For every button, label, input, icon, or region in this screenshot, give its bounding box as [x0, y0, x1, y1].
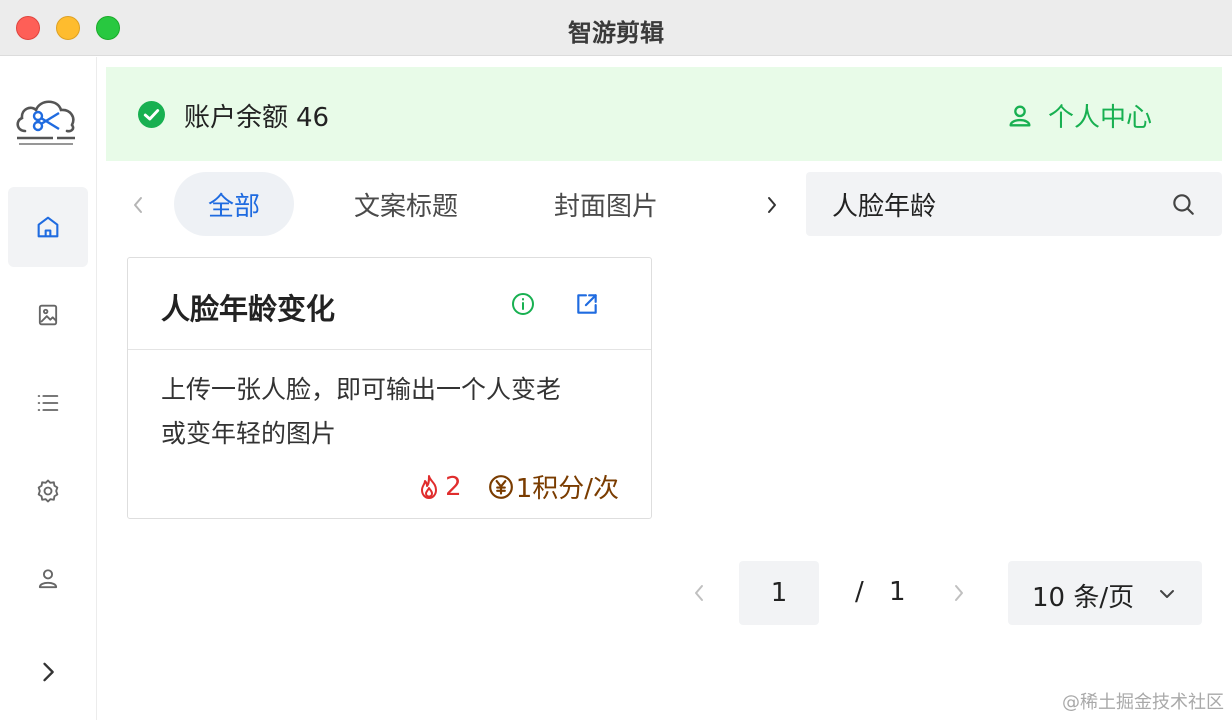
home-icon — [37, 216, 59, 238]
cost-value: 1积分/次 — [515, 474, 619, 504]
feature-card[interactable]: 人脸年龄变化 上传一张人脸，即可输出一个人变老 或变年轻的图片 2 1积分/次 — [127, 257, 652, 519]
image-icon — [38, 304, 58, 326]
page-next-button[interactable] — [946, 580, 972, 606]
search-input[interactable] — [806, 172, 1166, 236]
chevron-left-icon — [695, 585, 703, 601]
chevron-right-icon — [768, 197, 776, 213]
tabs-prev-button[interactable] — [126, 190, 150, 220]
card-title: 人脸年龄变化 — [161, 292, 336, 326]
info-icon[interactable] — [511, 292, 535, 316]
sidebar-expand-button[interactable] — [8, 632, 88, 712]
balance-value: 46 — [296, 103, 330, 133]
gear-icon — [37, 479, 59, 503]
external-link-icon[interactable] — [574, 291, 600, 317]
chevron-right-icon — [43, 662, 54, 682]
yen-coin-icon — [488, 474, 513, 499]
fire-icon — [421, 474, 438, 499]
account-banner: 账户余额 46 个人中心 — [106, 67, 1222, 161]
chevron-right-icon — [955, 585, 963, 601]
page-size-select[interactable]: 10 条/页 — [1008, 561, 1202, 625]
account-balance: 账户余额 46 — [184, 97, 329, 134]
profile-center-label: 个人中心 — [1048, 103, 1153, 133]
page-prev-button[interactable] — [686, 580, 712, 606]
sidebar — [0, 57, 97, 720]
search-icon[interactable] — [1170, 191, 1196, 217]
sidebar-item-user[interactable] — [8, 539, 88, 619]
sidebar-item-home[interactable] — [8, 187, 88, 267]
user-icon — [1009, 105, 1031, 127]
window-titlebar: 智游剪辑 — [0, 0, 1232, 56]
tabs-next-button[interactable] — [760, 190, 784, 220]
sidebar-item-images[interactable] — [8, 275, 88, 355]
page-size-value: 10 条/页 — [1032, 583, 1135, 613]
balance-label: 账户余额 — [184, 103, 289, 133]
check-circle-icon — [138, 101, 165, 128]
window-title: 智游剪辑 — [568, 19, 664, 47]
hot-count-value: 2 — [445, 471, 462, 502]
page-current-input[interactable]: 1 — [739, 561, 819, 625]
card-footer: 2 1积分/次 — [417, 468, 619, 505]
card-description-line: 或变年轻的图片 — [161, 419, 337, 448]
card-header: 人脸年龄变化 — [128, 258, 651, 350]
cost-info: 1积分/次 — [488, 468, 619, 505]
page-total: 1 — [889, 577, 906, 607]
cloud-scissors-logo — [16, 100, 75, 145]
tab-copywriting-title[interactable]: 文案标题 — [330, 172, 482, 236]
page-separator: / — [855, 577, 864, 607]
tab-all[interactable]: 全部 — [174, 172, 294, 236]
tab-cover-image[interactable]: 封面图片 — [530, 172, 682, 236]
card-description-line: 上传一张人脸，即可输出一个人变老 — [161, 375, 562, 404]
watermark: @稀土掘金技术社区 — [1062, 692, 1224, 713]
list-icon — [37, 395, 59, 411]
chevron-left-icon — [134, 197, 142, 213]
search-box — [806, 172, 1222, 236]
user-icon — [38, 569, 58, 589]
card-description: 上传一张人脸，即可输出一个人变老 或变年轻的图片 — [161, 368, 631, 456]
sidebar-item-settings[interactable] — [8, 451, 88, 531]
sidebar-item-list[interactable] — [8, 363, 88, 443]
hot-count: 2 — [417, 472, 462, 502]
profile-center-link[interactable]: 个人中心 — [1006, 97, 1152, 134]
chevron-down-icon — [1160, 590, 1174, 598]
